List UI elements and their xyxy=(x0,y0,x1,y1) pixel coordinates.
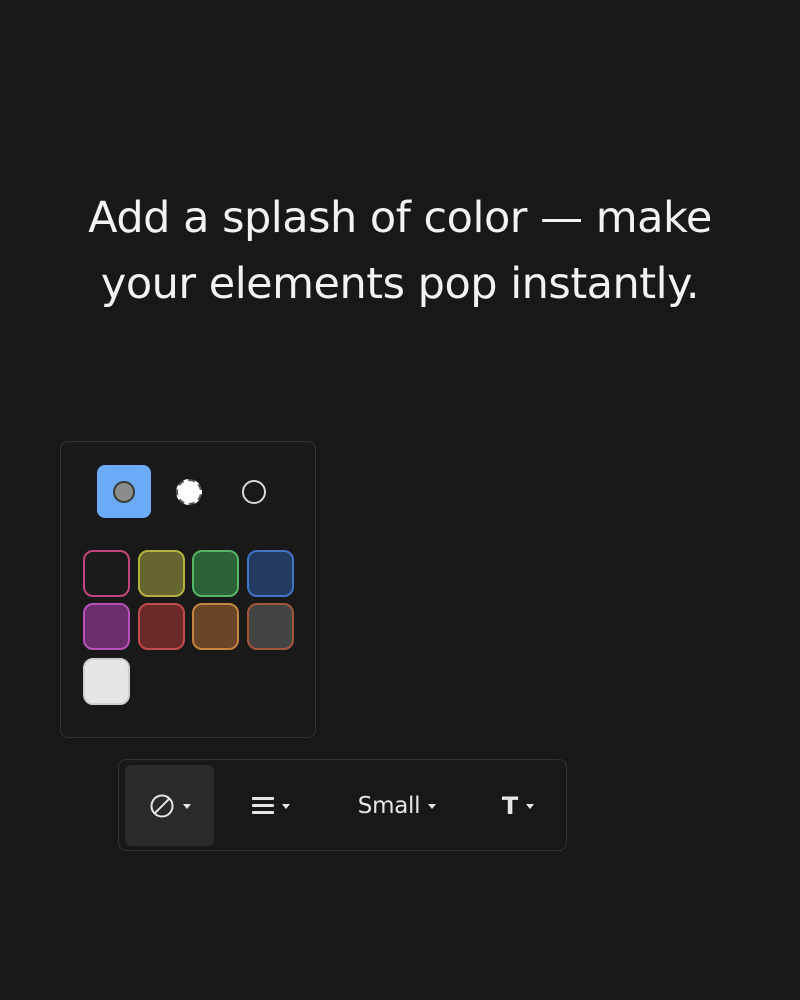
swatch-blue[interactable] xyxy=(247,550,294,597)
headline-line-2: your elements pop instantly. xyxy=(100,259,700,309)
swatch-orange[interactable] xyxy=(192,603,239,650)
swatch-gray[interactable] xyxy=(247,603,294,650)
headline-line-1: Add a splash of color — make xyxy=(88,193,712,243)
fill-color-button[interactable] xyxy=(125,765,214,846)
caret-down-icon xyxy=(526,803,535,809)
fill-mode-none-button[interactable] xyxy=(227,465,281,518)
hamburger-lines-icon xyxy=(252,797,274,814)
white-dot-icon xyxy=(176,478,202,505)
fill-mode-solid-button[interactable] xyxy=(97,465,151,518)
gray-dot-icon xyxy=(113,480,135,503)
size-dropdown-label: Small xyxy=(357,792,421,819)
no-fill-icon xyxy=(150,794,173,817)
swatch-yellow[interactable] xyxy=(138,550,185,597)
caret-down-icon xyxy=(182,803,191,809)
caret-down-icon xyxy=(282,803,290,809)
caret-down-icon xyxy=(428,803,437,809)
swatch-green[interactable] xyxy=(192,550,239,597)
swatch-white[interactable] xyxy=(83,658,130,705)
fill-mode-white-button[interactable] xyxy=(162,465,216,518)
swatch-black[interactable] xyxy=(83,550,130,597)
size-dropdown[interactable]: Small xyxy=(341,765,453,846)
swatch-violet[interactable] xyxy=(83,603,130,650)
swatch-red[interactable] xyxy=(138,603,185,650)
text-t-icon: T xyxy=(501,791,519,820)
stroke-style-button[interactable] xyxy=(235,765,307,846)
text-style-button[interactable]: T xyxy=(487,765,549,846)
style-toolbar: Small T xyxy=(118,759,567,851)
color-picker-panel xyxy=(60,441,316,738)
ring-dot-icon xyxy=(242,479,266,504)
